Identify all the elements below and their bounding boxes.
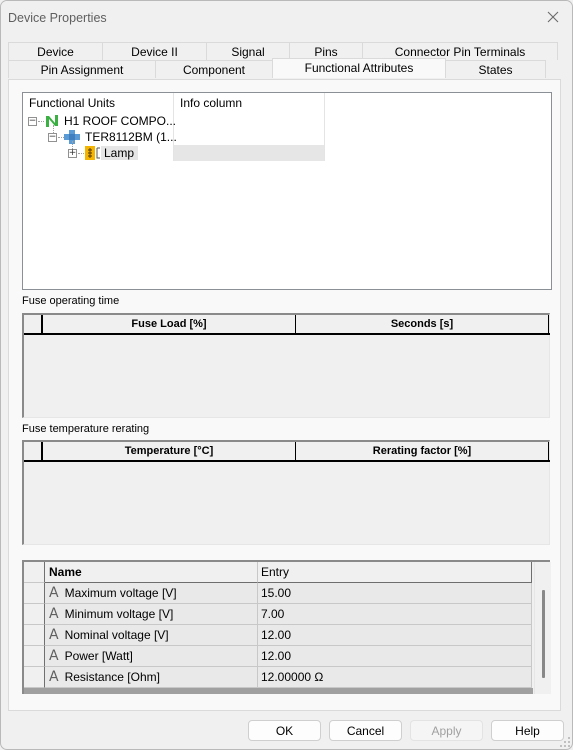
tree-node-label: TER8112BM (1... (85, 130, 177, 144)
row-header[interactable] (24, 646, 45, 667)
column-info[interactable]: Info column (174, 93, 325, 113)
tab-component[interactable]: Component (155, 60, 273, 78)
row-header[interactable] (24, 583, 45, 604)
column-name[interactable]: Name (45, 562, 258, 583)
close-icon (547, 11, 559, 23)
functional-units-tree[interactable]: Functional Units Info column − H1 ROOF C… (22, 92, 552, 290)
column-entry[interactable]: Entry (258, 562, 532, 583)
attribute-name: Minimum voltage [V] (64, 607, 174, 621)
cancel-button[interactable]: Cancel (329, 720, 402, 741)
attribute-icon: A (49, 648, 59, 664)
tab-row-2: Pin Assignment Component Functional Attr… (8, 58, 561, 78)
row-header[interactable] (24, 604, 45, 625)
column-seconds[interactable]: Seconds [s] (296, 315, 549, 333)
attribute-entry[interactable]: 12.00000 Ω (258, 667, 532, 688)
attribute-entry[interactable]: 15.00 (258, 583, 532, 604)
attribute-icon: A (49, 627, 59, 643)
attribute-row[interactable]: A Maximum voltage [V] 15.00 (24, 583, 533, 604)
help-button[interactable]: Help (491, 720, 564, 741)
row-header-corner (24, 562, 45, 583)
row-header-corner (24, 442, 43, 460)
apply-button[interactable]: Apply (410, 720, 483, 741)
row-header[interactable] (24, 667, 45, 688)
attribute-icon: A (49, 606, 59, 622)
collapse-toggle[interactable]: − (28, 117, 37, 126)
expand-toggle[interactable]: + (68, 149, 77, 158)
attribute-name: Maximum voltage [V] (64, 586, 177, 600)
attributes-grid[interactable]: Name Entry A Maximum voltage [V] 15.00 AM… (22, 560, 551, 694)
functional-attributes-panel: Functional Units Info column − H1 ROOF C… (8, 79, 561, 711)
row-header[interactable] (24, 625, 45, 646)
tree-node-lamp[interactable]: + Lamp (23, 145, 325, 161)
resize-grip-icon[interactable] (560, 737, 570, 747)
vertical-scrollbar[interactable] (534, 562, 551, 694)
tree-node-ter8112bm[interactable]: − TER8112BM (1... (23, 129, 325, 145)
grid-bottom-bar (24, 688, 533, 694)
fuse-temperature-rerating-label: Fuse temperature rerating (22, 423, 150, 435)
fuse-temperature-rerating-grid[interactable]: Temperature [°C] Rerating factor [%] (22, 440, 550, 545)
attribute-row[interactable]: A Nominal voltage [V] 12.00 (24, 625, 533, 646)
grid-header: Temperature [°C] Rerating factor [%] (24, 442, 550, 462)
attribute-row[interactable]: A Minimum voltage [V] 7.00 (24, 604, 533, 625)
tree-node-h1-roof[interactable]: − H1 ROOF COMPO... (23, 113, 325, 129)
device-n-icon (46, 115, 58, 127)
fuse-operating-time-label: Fuse operating time (22, 295, 120, 307)
tab-strip: Device Device II Signal Pins Connector P… (8, 42, 561, 80)
tree-header: Functional Units Info column (23, 93, 325, 113)
attribute-entry[interactable]: 12.00 (258, 625, 532, 646)
row-header-corner (24, 315, 43, 333)
column-rerating-factor[interactable]: Rerating factor [%] (296, 442, 549, 460)
scrollbar-thumb[interactable] (542, 590, 545, 678)
attribute-icon: A (49, 669, 59, 685)
title-bar: Device Properties (1, 1, 572, 35)
tree-node-label: H1 ROOF COMPO... (64, 114, 177, 128)
ok-button[interactable]: OK (248, 720, 321, 741)
fuse-operating-time-grid[interactable]: Fuse Load [%] Seconds [s] (22, 313, 550, 418)
attributes-header: Name Entry (24, 562, 533, 583)
tab-functional-attributes[interactable]: Functional Attributes (272, 58, 446, 78)
collapse-toggle[interactable]: − (48, 133, 57, 142)
tree-node-label: Lamp (101, 146, 139, 160)
tab-states[interactable]: States (445, 60, 546, 78)
window-title: Device Properties (8, 11, 107, 25)
tab-pin-assignment[interactable]: Pin Assignment (8, 60, 156, 78)
attribute-name: Resistance [Ohm] (64, 670, 160, 684)
grid-header: Fuse Load [%] Seconds [s] (24, 315, 550, 335)
attribute-row[interactable]: A Resistance [Ohm] 12.00000 Ω (24, 667, 533, 688)
device-properties-dialog: Device Properties Device Device II Signa… (0, 0, 573, 750)
column-fuse-load[interactable]: Fuse Load [%] (43, 315, 296, 333)
attribute-row[interactable]: A Power [Watt] 12.00 (24, 646, 533, 667)
column-functional-units[interactable]: Functional Units (23, 93, 174, 113)
attribute-entry[interactable]: 7.00 (258, 604, 532, 625)
attribute-name: Power [Watt] (64, 649, 133, 663)
tab-device[interactable]: Device (8, 42, 103, 60)
function-lamp-icon (85, 146, 100, 160)
attribute-name: Nominal voltage [V] (64, 628, 169, 642)
attribute-icon: A (49, 585, 59, 601)
tab-device-ii[interactable]: Device II (102, 42, 207, 60)
close-button[interactable] (540, 5, 566, 29)
attribute-entry[interactable]: 12.00 (258, 646, 532, 667)
column-temperature[interactable]: Temperature [°C] (43, 442, 296, 460)
